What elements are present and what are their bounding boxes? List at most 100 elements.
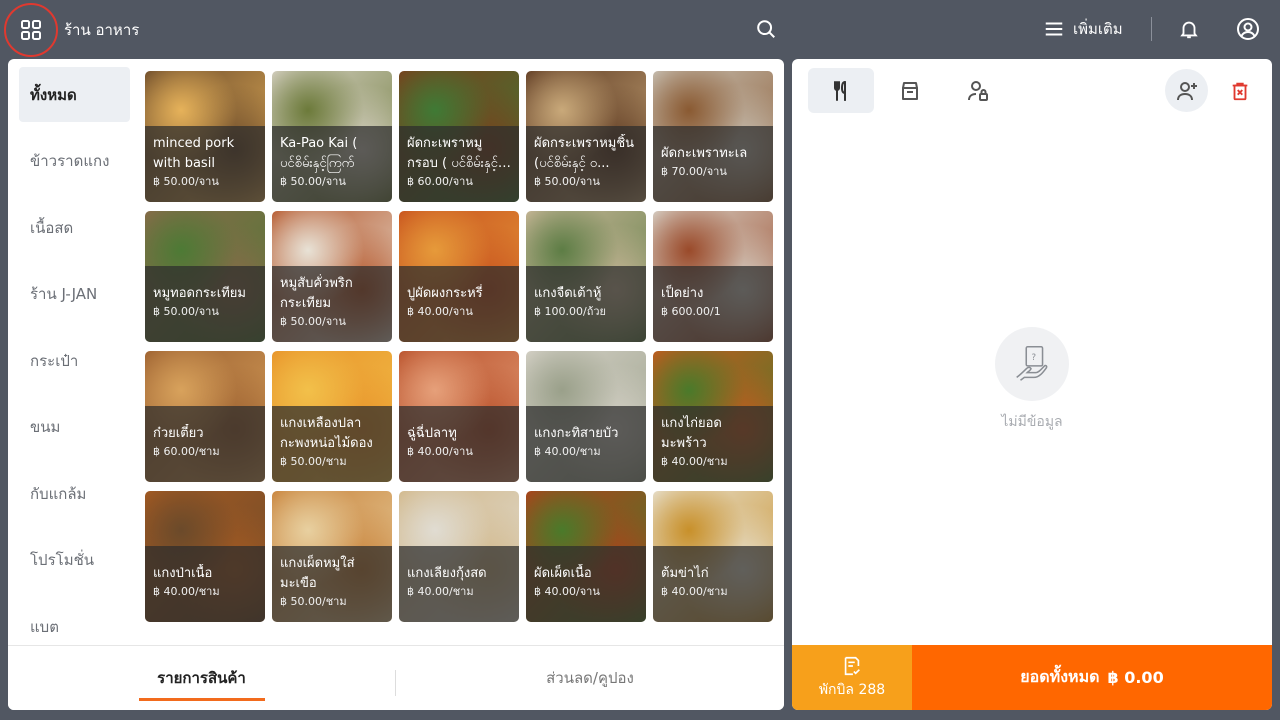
product-caption: แกงกะทิสายบัว฿ 40.00/ชาม (526, 406, 646, 482)
product-price: ฿ 70.00/จาน (661, 165, 727, 178)
tab-active-indicator (139, 698, 265, 701)
product-caption: ฉู่ฉี่ปลาทู฿ 40.00/จาน (399, 406, 519, 482)
checkout-total-button[interactable]: ยอดทั้งหมด ฿ 0.00 (912, 645, 1272, 710)
product-tile[interactable]: ฉู่ฉี่ปลาทู฿ 40.00/จาน (399, 351, 519, 482)
category-item[interactable]: ร้าน J-JAN (19, 266, 130, 321)
product-caption: หมูทอดกระเทียม฿ 50.00/จาน (145, 266, 265, 342)
product-caption: ปูผัดผงกระหรี่฿ 40.00/จาน (399, 266, 519, 342)
grid-icon (21, 20, 41, 40)
product-tile[interactable]: เป็ดย่าง฿ 600.00/1 (653, 211, 773, 342)
tab-customer[interactable] (945, 68, 1011, 113)
product-caption: ก๋วยเตี๋ยว฿ 60.00/ชาม (145, 406, 265, 482)
product-tile[interactable]: แกงเผ็ดหมูใส่มะเขือ฿ 50.00/ชาม (272, 491, 392, 622)
product-tile[interactable]: แกงจืดเต้าหู้฿ 100.00/ถ้วย (526, 211, 646, 342)
product-tile[interactable]: ก๋วยเตี๋ยว฿ 60.00/ชาม (145, 351, 265, 482)
fork-knife-icon (834, 80, 846, 101)
product-caption: หมูสับคั่วพริกกระเทียม฿ 50.00/จาน (272, 266, 392, 342)
product-tile[interactable]: ผัดกะเพราหมูกรอบ ( ပင်စိမ်းနှင့် ... ฿ 60… (399, 71, 519, 202)
user-account-icon[interactable] (1236, 17, 1260, 41)
product-tile[interactable]: แกงป่าเนื้อ฿ 40.00/ชาม (145, 491, 265, 622)
category-item[interactable]: ทั้งหมด (19, 67, 130, 122)
product-name: ก๋วยเตี๋ยว (153, 426, 204, 441)
product-price: ฿ 50.00/จาน (153, 305, 219, 318)
hold-bill-label: พักบิล 288 (818, 681, 886, 698)
store-name: ร้าน อาหาร (64, 21, 140, 39)
product-caption: แกงเหลืองปลากะพงหน่อไม้ดอง฿ 50.00/ชาม (272, 406, 392, 482)
product-tile[interactable]: แกงไก่ยอดมะพร้าว฿ 40.00/ชาม (653, 351, 773, 482)
tab-dine-in[interactable] (808, 68, 874, 113)
top-bar: ร้าน อาหาร เพิ่มเติม (0, 0, 1280, 58)
product-caption: ผัดกะเพราทะเล฿ 70.00/จาน (653, 126, 773, 202)
delete-order-icon[interactable] (1229, 79, 1251, 103)
product-price: ฿ 40.00/ชาม (534, 445, 601, 458)
product-name: ต้มข่าไก่ (661, 566, 709, 581)
hold-bill-button[interactable]: พักบิล 288 (792, 645, 912, 710)
product-name: แกงป่าเนื้อ (153, 566, 213, 581)
product-tile[interactable]: แกงกะทิสายบัว฿ 40.00/ชาม (526, 351, 646, 482)
product-caption: แกงไก่ยอดมะพร้าว฿ 40.00/ชาม (653, 406, 773, 482)
category-item[interactable]: แบต (19, 599, 130, 645)
tab-takeaway[interactable] (877, 68, 943, 113)
product-caption: เป็ดย่าง฿ 600.00/1 (653, 266, 773, 342)
product-name: แกงกะทิสายบัว (534, 426, 619, 441)
product-tile[interactable]: ต้มข่าไก่฿ 40.00/ชาม (653, 491, 773, 622)
category-list: ทั้งหมด ข้าวราดแกง เนื้อสด ร้าน J-JAN กร… (8, 59, 142, 645)
product-name: ปูผัดผงกระหรี่ (407, 286, 483, 301)
category-item[interactable]: กระเป๋า (19, 333, 130, 388)
product-tile[interactable]: ผัดกระเพราหมูชิ้น (ပင်စိမ်းနှင့် ဝ... ฿ 5… (526, 71, 646, 202)
bottom-tabs: รายการสินค้า ส่วนลด/คูปอง (8, 645, 784, 710)
product-grid: minced pork with basil ฿ 50.00/จาน Ka-Pao … (145, 71, 775, 623)
product-name: ผัดเผ็ดเนื้อ (534, 566, 592, 581)
product-tile[interactable]: ผัดเผ็ดเนื้อ฿ 40.00/จาน (526, 491, 646, 622)
product-caption: minced pork with basil ฿ 50.00/จาน (145, 126, 265, 202)
product-tile[interactable]: Ka-Pao Kai ( ပင်စိမ်းနှင့်ကြက် ฿ 50.00/จา… (272, 71, 392, 202)
topbar-divider (1151, 17, 1152, 41)
product-tile[interactable]: ผัดกะเพราทะเล฿ 70.00/จาน (653, 71, 773, 202)
product-price: ฿ 40.00/ชาม (661, 455, 728, 468)
search-icon[interactable] (755, 18, 777, 40)
category-item[interactable]: ข้าวราดแกง (19, 133, 130, 188)
product-caption: ผัดกะเพราหมูกรอบ ( ပင်စိမ်းနှင့် ... ฿ 60… (399, 126, 519, 202)
product-name: แกงจืดเต้าหู้ (534, 286, 602, 301)
product-price: ฿ 600.00/1 (661, 305, 721, 318)
bell-icon[interactable] (1178, 17, 1200, 41)
hamburger-icon (1045, 22, 1063, 36)
category-item[interactable]: ขนม (19, 399, 130, 454)
product-tile[interactable]: หมูทอดกระเทียม฿ 50.00/จาน (145, 211, 265, 342)
product-panel: ทั้งหมด ข้าวราดแกง เนื้อสด ร้าน J-JAN กร… (8, 59, 784, 710)
total-value: ฿ 0.00 (1107, 668, 1164, 687)
product-name: Ka-Pao Kai ( ပင်စိမ်းနှင့်ကြက် (280, 136, 358, 171)
product-caption: แกงป่าเนื้อ฿ 40.00/ชาม (145, 546, 265, 622)
product-price: ฿ 50.00/จาน (534, 175, 600, 188)
product-tile[interactable]: แกงเลียงกุ้งสด฿ 40.00/ชาม (399, 491, 519, 622)
product-name: ผัดกะเพราหมูกรอบ ( ပင်စိမ်းနှင့် ... (407, 136, 498, 171)
product-tile[interactable]: แกงเหลืองปลากะพงหน่อไม้ดอง฿ 50.00/ชาม (272, 351, 392, 482)
product-price: ฿ 40.00/ชาม (407, 585, 474, 598)
more-menu-button[interactable]: เพิ่มเติม (1043, 16, 1123, 42)
empty-state-text: ไม่มีข้อมูล (1001, 414, 1063, 430)
category-item[interactable]: กับแกล้ม (19, 466, 130, 521)
product-name: เป็ดย่าง (661, 286, 704, 301)
product-name: แกงเผ็ดหมูใส่มะเขือ (280, 556, 355, 591)
product-tile[interactable]: minced pork with basil ฿ 50.00/จาน (145, 71, 265, 202)
product-caption: ผัดเผ็ดเนื้อ฿ 40.00/จาน (526, 546, 646, 622)
add-customer-button[interactable] (1165, 69, 1208, 112)
product-tile[interactable]: ปูผัดผงกระหรี่฿ 40.00/จาน (399, 211, 519, 342)
hold-bill-icon (844, 656, 860, 675)
product-price: ฿ 100.00/ถ้วย (534, 305, 606, 318)
tab-discounts[interactable]: ส่วนลด/คูปอง (396, 646, 784, 710)
product-tile[interactable]: หมูสับคั่วพริกกระเทียม฿ 50.00/จาน (272, 211, 392, 342)
product-price: ฿ 40.00/ชาม (153, 585, 220, 598)
total-label: ยอดทั้งหมด (1020, 667, 1100, 686)
product-price: ฿ 40.00/ชาม (661, 585, 728, 598)
category-item[interactable]: เนื้อสด (19, 200, 130, 255)
product-price: ฿ 40.00/จาน (407, 445, 473, 458)
product-caption: แกงเลียงกุ้งสด฿ 40.00/ชาม (399, 546, 519, 622)
product-caption: Ka-Pao Kai ( ပင်စိမ်းနှင့်ကြက် ฿ 50.00/จา… (272, 126, 392, 202)
category-item[interactable]: โปรโมชั่น (19, 532, 130, 587)
apps-menu-button[interactable] (4, 3, 58, 57)
product-price: ฿ 50.00/จาน (280, 315, 346, 328)
svg-text:?: ? (1032, 353, 1037, 363)
product-name: หมูทอดกระเทียม (153, 286, 246, 301)
product-caption: แกงเผ็ดหมูใส่มะเขือ฿ 50.00/ชาม (272, 546, 392, 622)
